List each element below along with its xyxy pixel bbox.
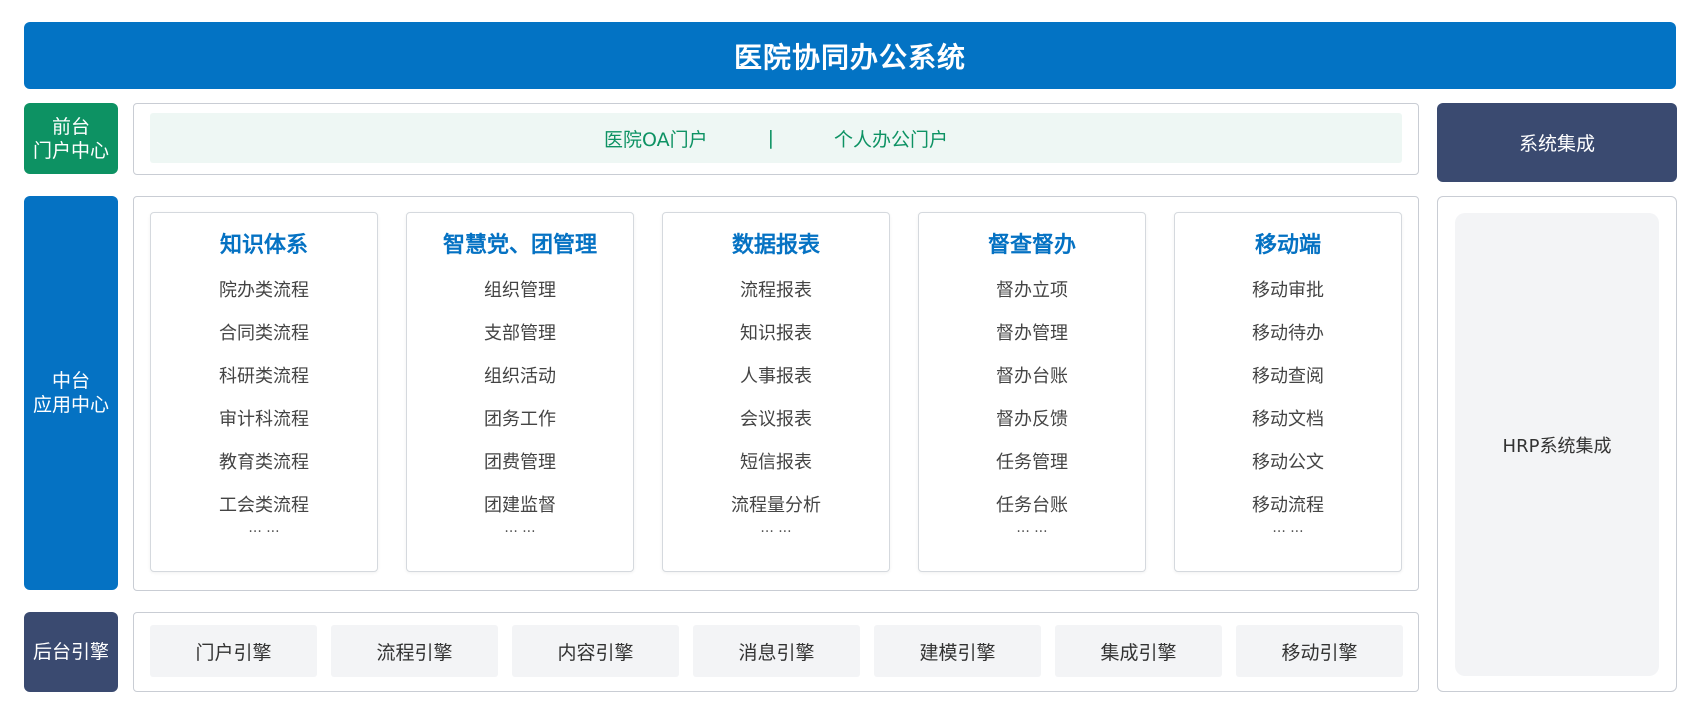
portal-separator: | xyxy=(767,127,774,149)
module-title: 数据报表 xyxy=(731,233,820,258)
module-more: ... ... xyxy=(1272,520,1304,536)
module-item[interactable]: 督办反馈 xyxy=(919,398,1145,441)
module-card-party: 智慧党、团管理 组织管理 支部管理 组织活动 团务工作 团费管理 团建监督 ..… xyxy=(406,212,634,572)
module-more: ... ... xyxy=(504,520,536,536)
module-item[interactable]: 支部管理 xyxy=(407,312,633,355)
module-more: ... ... xyxy=(1016,520,1048,536)
module-item[interactable]: 审计科流程 xyxy=(151,398,377,441)
module-item[interactable]: 流程报表 xyxy=(663,269,889,312)
back-layer-label: 后台引擎 xyxy=(24,612,118,692)
module-title: 移动端 xyxy=(1254,233,1321,258)
module-more: ... ... xyxy=(248,520,280,536)
module-title: 督查督办 xyxy=(987,233,1076,258)
middle-layer-label: 中台 应用中心 xyxy=(24,196,118,590)
portal-oa[interactable]: 医院OA门户 xyxy=(604,125,708,152)
module-item[interactable]: 移动审批 xyxy=(1175,269,1401,312)
engine-portal[interactable]: 门户引擎 xyxy=(150,625,317,677)
middle-layer-label-line2: 应用中心 xyxy=(32,394,109,416)
module-card-reports: 数据报表 流程报表 知识报表 人事报表 会议报表 短信报表 流程量分析 ... … xyxy=(662,212,890,572)
module-card-knowledge: 知识体系 院办类流程 合同类流程 科研类流程 审计科流程 教育类流程 工会类流程… xyxy=(150,212,378,572)
module-item[interactable]: 教育类流程 xyxy=(151,441,377,484)
engine-integration[interactable]: 集成引擎 xyxy=(1055,625,1222,677)
module-more: ... ... xyxy=(760,520,792,536)
front-layer-label-line2: 门户中心 xyxy=(32,139,109,162)
front-layer-label-line1: 前台 xyxy=(51,115,90,138)
module-item[interactable]: 任务管理 xyxy=(919,441,1145,484)
engine-modeling[interactable]: 建模引擎 xyxy=(874,625,1041,677)
module-item[interactable]: 院办类流程 xyxy=(151,269,377,312)
module-item[interactable]: 督办管理 xyxy=(919,312,1145,355)
module-item[interactable]: 团费管理 xyxy=(407,441,633,484)
front-layer-label: 前台 门户中心 xyxy=(24,103,118,174)
engine-workflow[interactable]: 流程引擎 xyxy=(331,625,498,677)
module-item[interactable]: 科研类流程 xyxy=(151,355,377,398)
module-item[interactable]: 督办台账 xyxy=(919,355,1145,398)
page-title: 医院协同办公系统 xyxy=(24,22,1676,89)
engine-content[interactable]: 内容引擎 xyxy=(512,625,679,677)
module-item[interactable]: 团务工作 xyxy=(407,398,633,441)
portal-personal[interactable]: 个人办公门户 xyxy=(834,125,948,152)
module-item[interactable]: 组织管理 xyxy=(407,269,633,312)
engine-message[interactable]: 消息引擎 xyxy=(693,625,860,677)
module-card-mobile: 移动端 移动审批 移动待办 移动查阅 移动文档 移动公文 移动流程 ... ..… xyxy=(1174,212,1402,572)
portal-bar: 医院OA门户 | 个人办公门户 xyxy=(150,113,1402,163)
module-item[interactable]: 知识报表 xyxy=(663,312,889,355)
module-title: 智慧党、团管理 xyxy=(442,233,597,258)
module-title: 知识体系 xyxy=(219,233,308,258)
module-item[interactable]: 人事报表 xyxy=(663,355,889,398)
module-item[interactable]: 督办立项 xyxy=(919,269,1145,312)
module-item[interactable]: 合同类流程 xyxy=(151,312,377,355)
module-item[interactable]: 组织活动 xyxy=(407,355,633,398)
module-item[interactable]: 移动查阅 xyxy=(1175,355,1401,398)
module-item[interactable]: 会议报表 xyxy=(663,398,889,441)
middle-layer-label-line1: 中台 xyxy=(51,370,90,392)
module-item[interactable]: 移动文档 xyxy=(1175,398,1401,441)
hrp-integration[interactable]: HRP系统集成 xyxy=(1455,213,1659,676)
engine-mobile[interactable]: 移动引擎 xyxy=(1236,625,1403,677)
system-integration-header: 系统集成 xyxy=(1437,103,1677,182)
module-item[interactable]: 移动公文 xyxy=(1175,441,1401,484)
module-item[interactable]: 短信报表 xyxy=(663,441,889,484)
module-card-supervision: 督查督办 督办立项 督办管理 督办台账 督办反馈 任务管理 任务台账 ... .… xyxy=(918,212,1146,572)
module-item[interactable]: 移动待办 xyxy=(1175,312,1401,355)
